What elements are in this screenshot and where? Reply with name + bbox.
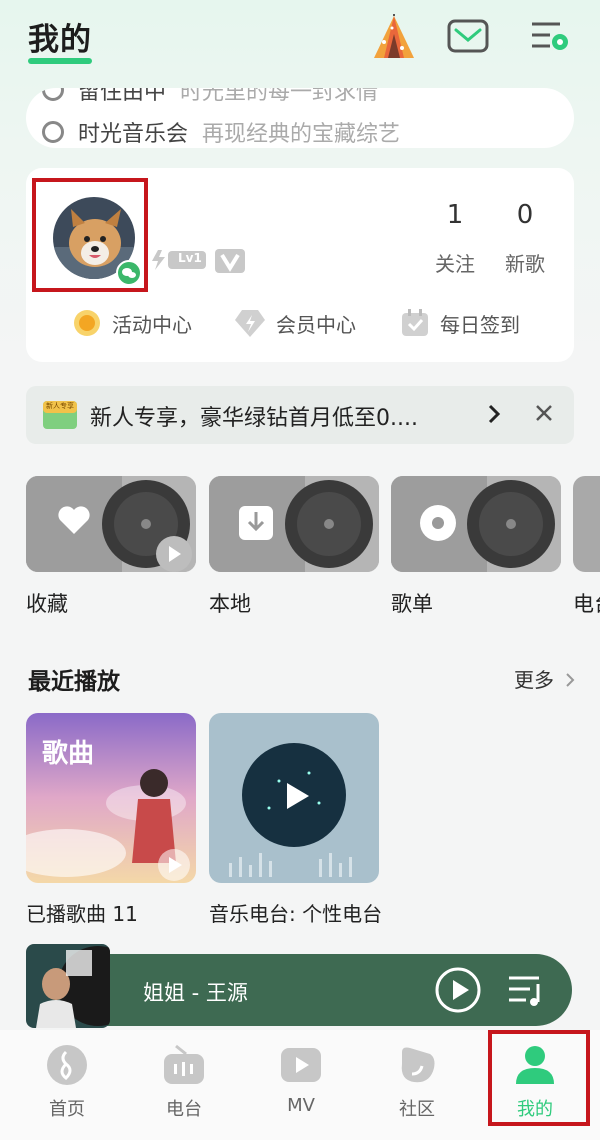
chevron-right-icon[interactable] — [486, 402, 502, 430]
radio-nav-icon[interactable] — [162, 1044, 206, 1090]
radio-label: 电台 — [573, 592, 600, 616]
more-button[interactable]: 更多 — [514, 664, 576, 693]
following-label[interactable]: 关注 — [420, 248, 490, 277]
search-suggestion: 时光音乐会 再现经典的宝藏综艺 — [42, 116, 400, 148]
radio-tile[interactable] — [573, 476, 600, 572]
search-icon — [42, 88, 64, 101]
nav-mine-highlight-frame — [488, 1030, 590, 1126]
radio-card[interactable] — [209, 713, 379, 883]
search-suggestion-prev: 留住由中 时光里的每一封求情 — [42, 88, 378, 106]
local-label: 本地 — [209, 592, 251, 616]
activity-center-link[interactable]: 活动中心 — [72, 308, 192, 338]
gift-icon: 新人专享 — [42, 400, 78, 434]
following-count[interactable]: 1 — [425, 200, 485, 230]
playlist-queue-icon[interactable] — [506, 970, 546, 1014]
calendar-check-icon — [402, 309, 428, 336]
nav-label-community[interactable]: 社区 — [377, 1095, 457, 1121]
daily-checkin-link[interactable]: 每日签到 — [400, 308, 520, 338]
nav-label-radio[interactable]: 电台 — [144, 1095, 224, 1121]
promo-text: 新人专享，豪华绿钻首月低至0.... — [90, 406, 418, 431]
level-badge[interactable]: Lv1 — [150, 248, 208, 272]
chevron-right-icon — [566, 673, 575, 687]
playlist-label: 歌单 — [391, 592, 433, 616]
favorites-label: 收藏 — [26, 592, 68, 616]
diamond-icon — [235, 310, 265, 337]
now-playing-title: 姐姐 - 王源 — [143, 981, 248, 1005]
search-bar[interactable]: 留住由中 时光里的每一封求情 时光音乐会 再现经典的宝藏综艺 — [26, 88, 574, 148]
tent-icon[interactable] — [370, 14, 418, 62]
community-nav-icon[interactable] — [396, 1044, 438, 1090]
vip-icon[interactable] — [214, 248, 246, 273]
nav-label-mv[interactable]: MV — [261, 1095, 341, 1116]
album-cover[interactable] — [26, 944, 110, 1028]
radio-card-label: 音乐电台: 个性电台 — [209, 902, 383, 926]
vip-center-link[interactable]: 会员中心 — [234, 308, 356, 338]
search-icon — [42, 121, 64, 143]
local-tile[interactable] — [209, 476, 379, 572]
recent-songs-card[interactable]: 歌曲 — [26, 713, 196, 883]
nav-label-home[interactable]: 首页 — [27, 1095, 107, 1121]
home-nav-icon[interactable] — [46, 1044, 88, 1090]
new-songs-label[interactable]: 新歌 — [490, 248, 560, 277]
title-underline — [28, 58, 92, 64]
close-icon[interactable] — [534, 403, 554, 427]
new-songs-count[interactable]: 0 — [495, 200, 555, 230]
settings-list-icon[interactable] — [528, 14, 576, 62]
playlist-tile[interactable] — [391, 476, 561, 572]
wechat-icon — [116, 260, 142, 286]
mail-icon[interactable] — [446, 14, 494, 62]
favorites-tile[interactable] — [26, 476, 196, 572]
play-button[interactable] — [434, 966, 482, 1018]
mv-nav-icon[interactable] — [279, 1044, 323, 1090]
recent-songs-label: 已播歌曲 11 — [26, 902, 138, 926]
sun-icon — [74, 310, 100, 336]
recent-section-title: 最近播放 — [28, 669, 120, 695]
page-title: 我的 — [28, 22, 92, 58]
